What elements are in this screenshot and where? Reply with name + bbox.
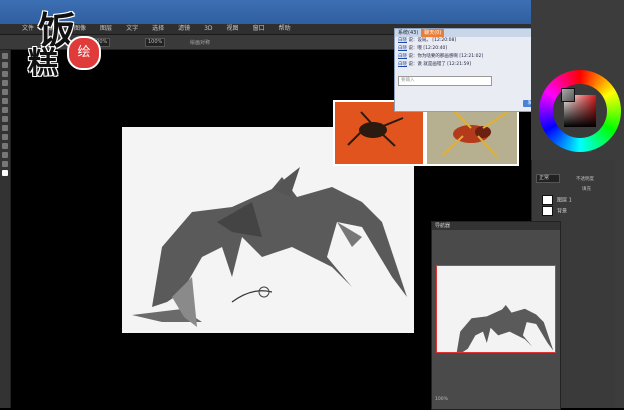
layer-name: 图层 1 <box>557 197 572 204</box>
layer-thumbnail <box>542 206 553 216</box>
logo-char-2: 糕 <box>28 46 58 81</box>
logo-badge: 绘 <box>67 36 101 70</box>
fill-label: 填充 <box>582 187 591 192</box>
chat-text: 说：你为啥要的那画感啊 [12:21:02] <box>408 54 484 59</box>
layer-row-background[interactable]: 背景 <box>542 206 612 216</box>
lasso-tool-icon[interactable] <box>2 71 8 77</box>
menu-view[interactable]: 视图 <box>227 24 239 34</box>
chat-message: 白晓 说：设局。 [12:20:08] <box>395 37 545 45</box>
navigator-panel: 导航器 100% <box>431 221 561 410</box>
layer-row-1[interactable]: 图层 1 <box>542 195 612 205</box>
layer-thumbnail <box>542 195 553 205</box>
chat-user[interactable]: 白晓 <box>398 38 407 43</box>
type-tool-icon[interactable] <box>2 143 8 149</box>
chat-user[interactable]: 白晓 <box>398 46 407 51</box>
opacity-label: 不透明度 <box>576 177 594 182</box>
navigator-preview[interactable] <box>436 265 556 361</box>
chat-message: 白晓 说：你为啥要的那画感啊 [12:21:02] <box>395 53 545 61</box>
navigator-zoom-value[interactable]: 100% <box>435 397 448 402</box>
chat-message: 白晓 说：诶 就是画错了 [12:21:59] <box>395 61 545 69</box>
menu-3d[interactable]: 3D <box>204 24 212 34</box>
navigator-preview-drawing <box>448 305 554 361</box>
chat-text: 说：诶 就是画错了 [12:21:59] <box>408 62 472 67</box>
menu-type[interactable]: 文字 <box>126 24 138 34</box>
chat-tabs: 系统(43) 聊天(0) <box>395 29 545 37</box>
navigator-zoom-row: 100% <box>435 397 555 403</box>
chat-input[interactable]: 要输入 <box>398 76 492 86</box>
chat-text: 说：设局。 [12:20:08] <box>408 38 457 43</box>
blend-mode-select[interactable]: 正常 <box>536 174 560 183</box>
menu-filter[interactable]: 滤镜 <box>178 24 190 34</box>
foreground-color-swatch[interactable] <box>2 170 8 176</box>
brush-tool-icon[interactable] <box>2 98 8 104</box>
chat-text: 说：哦 [12:20:40] <box>408 46 448 51</box>
symmetry-label: 绘画对称 <box>190 40 211 46</box>
menu-file[interactable]: 文件 <box>22 24 34 34</box>
eyedropper-tool-icon[interactable] <box>2 89 8 95</box>
menu-help[interactable]: 帮助 <box>279 24 291 34</box>
chat-user[interactable]: 白晓 <box>398 54 407 59</box>
hand-tool-icon[interactable] <box>2 152 8 158</box>
current-color-swatch[interactable] <box>561 88 575 102</box>
layer-name: 背景 <box>557 208 568 215</box>
eraser-tool-icon[interactable] <box>2 116 8 122</box>
chat-message: 白晓 说：哦 [12:20:40] <box>395 45 545 53</box>
chat-user[interactable]: 白晓 <box>398 62 407 67</box>
zoom-tool-icon[interactable] <box>2 161 8 167</box>
marquee-tool-icon[interactable] <box>2 62 8 68</box>
pen-tool-icon[interactable] <box>2 134 8 140</box>
color-wheel[interactable] <box>539 70 621 152</box>
menu-layer[interactable]: 图层 <box>100 24 112 34</box>
menu-select[interactable]: 选择 <box>152 24 164 34</box>
crop-tool-icon[interactable] <box>2 80 8 86</box>
tab-system[interactable]: 系统(43) <box>395 29 421 37</box>
zoom-field-2[interactable]: 100% <box>145 38 166 47</box>
tab-chat[interactable]: 聊天(0) <box>421 29 445 37</box>
gradient-tool-icon[interactable] <box>2 125 8 131</box>
chat-window: 系统(43) 聊天(0) 白晓 说：设局。 [12:20:08] 白晓 说：哦 [… <box>394 28 546 112</box>
move-tool-icon[interactable] <box>2 53 8 59</box>
stamp-tool-icon[interactable] <box>2 107 8 113</box>
menu-window[interactable]: 窗口 <box>253 24 265 34</box>
tools-panel <box>0 50 11 408</box>
navigator-title: 导航器 <box>432 222 560 230</box>
